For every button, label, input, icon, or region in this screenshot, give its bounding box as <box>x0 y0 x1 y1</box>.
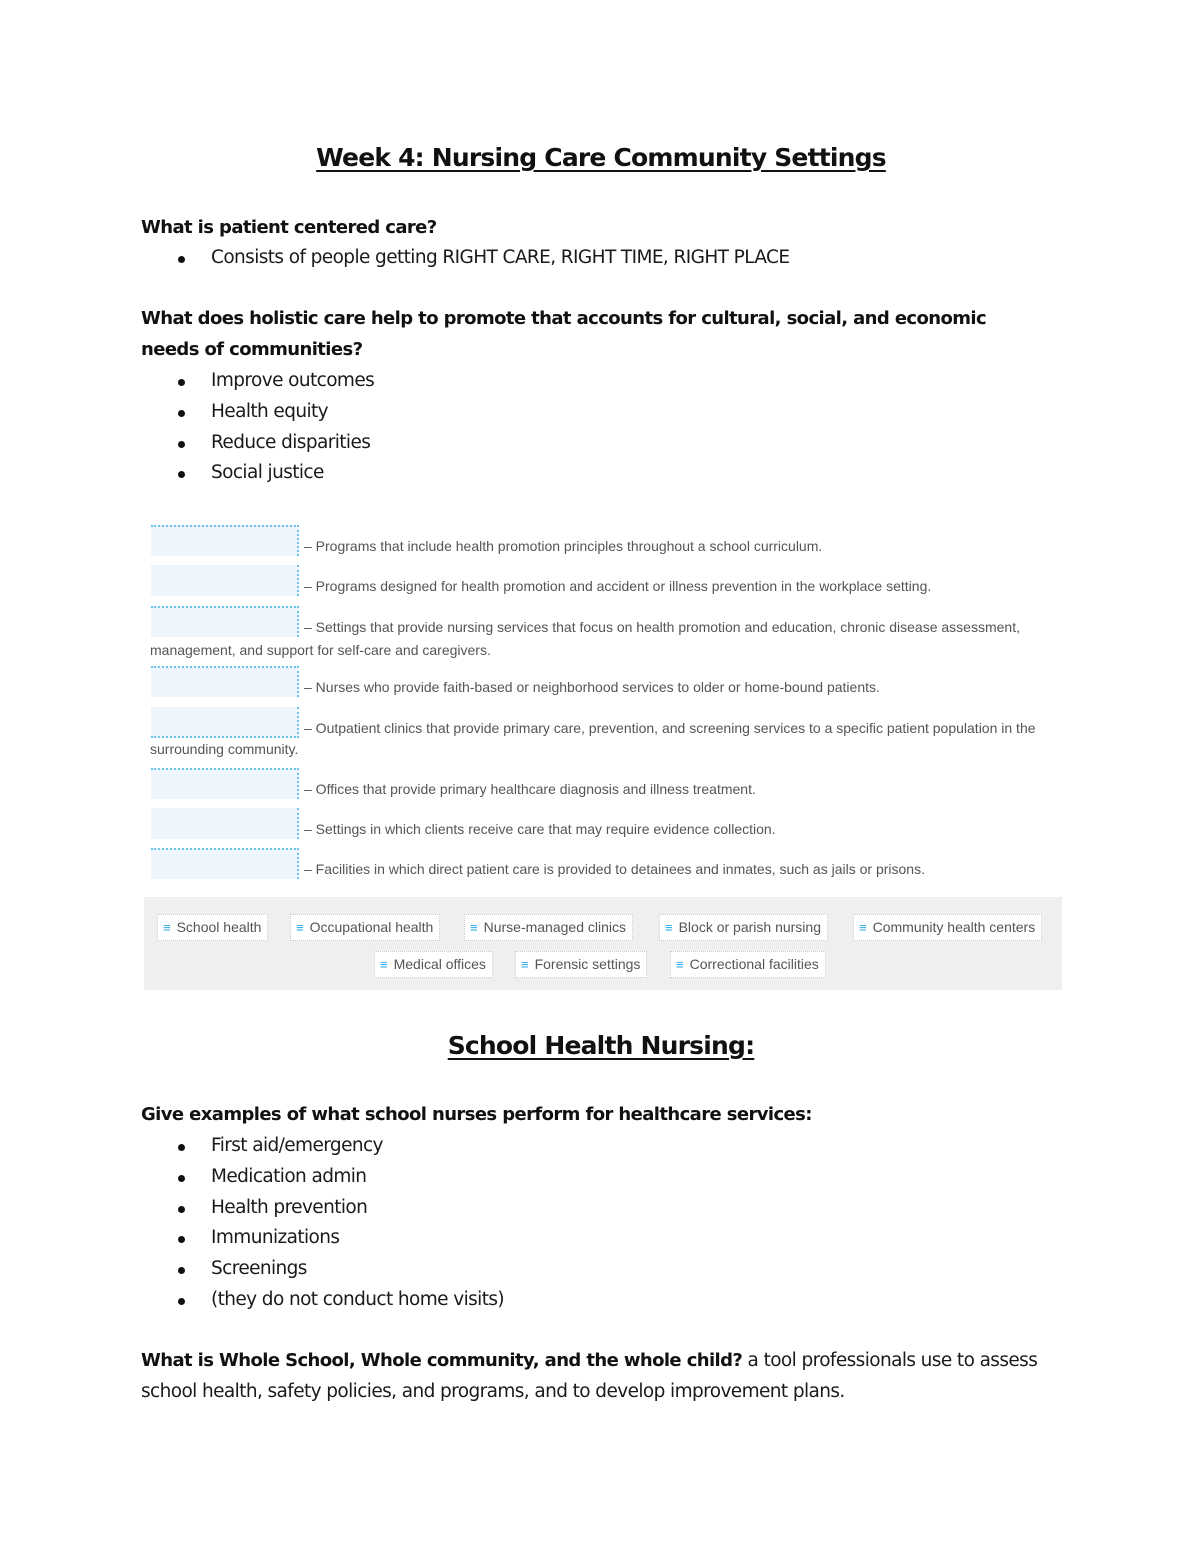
question-school-nurse-services: Give examples of what school nurses perf… <box>141 1104 812 1125</box>
bullet-icon <box>178 379 185 386</box>
drag-handle-icon: ≡ <box>163 920 171 935</box>
draggable-answer-correctional-facilities[interactable]: ≡ Correctional facilities <box>670 951 826 978</box>
draggable-answer-nurse-managed-clinics[interactable]: ≡ Nurse-managed clinics <box>464 914 633 941</box>
match-description: – Facilities in which direct patient car… <box>304 861 925 877</box>
bullet-icon <box>178 471 185 479</box>
bullet-icon <box>178 1236 185 1244</box>
draggable-answer-medical-offices[interactable]: ≡ Medical offices <box>374 951 493 978</box>
bullet-icon <box>178 256 185 263</box>
drop-slot[interactable] <box>151 808 299 839</box>
drag-handle-icon: ≡ <box>470 920 478 935</box>
question-patient-centered-care: What is patient centered care? <box>141 217 437 238</box>
match-description: – Offices that provide primary healthcar… <box>304 781 756 797</box>
draggable-answer-block-or-parish-nursing[interactable]: ≡ Block or parish nursing <box>659 914 828 941</box>
page-title: Week 4: Nursing Care Community Settings <box>316 143 886 172</box>
question-holistic-care: What does holistic care help to promote … <box>141 308 987 360</box>
matching-exercise: – Programs that include health promotion… <box>144 520 1064 990</box>
list-item: First aid/emergency <box>141 1131 504 1162</box>
draggable-answer-community-health-centers[interactable]: ≡ Community health centers <box>853 914 1043 941</box>
match-description-continuation: management, and support for self-care an… <box>150 642 491 658</box>
drag-handle-icon: ≡ <box>521 957 529 972</box>
list-item: Reduce disparities <box>141 428 374 459</box>
list-item: Consists of people getting RIGHT CARE, R… <box>141 243 790 274</box>
list-item: Medication admin <box>141 1162 504 1193</box>
drag-handle-icon: ≡ <box>380 957 388 972</box>
match-description: – Settings in which clients receive care… <box>304 821 776 837</box>
list-item: (they do not conduct home visits) <box>141 1285 505 1316</box>
draggable-answer-school-health[interactable]: ≡ School health <box>157 914 269 941</box>
match-description: – Programs that include health promotion… <box>304 538 823 554</box>
draggable-answer-occupational-health[interactable]: ≡ Occupational health <box>290 914 441 941</box>
drop-slot[interactable] <box>151 666 299 697</box>
drag-handle-icon: ≡ <box>296 920 304 935</box>
drop-slot[interactable] <box>151 565 299 596</box>
bullet-icon <box>178 1205 185 1213</box>
answer-list-holistic-care: Improve outcomes Health equity Reduce di… <box>141 366 375 489</box>
wscc-paragraph: What is Whole School, Whole community, a… <box>141 1345 1041 1407</box>
list-item: Immunizations <box>141 1223 504 1254</box>
list-item: Health equity <box>141 397 374 428</box>
answer-list-school-nurse-services: First aid/emergency Medication admin Hea… <box>141 1131 505 1316</box>
list-item: Improve outcomes <box>141 366 375 397</box>
match-description: – Nurses who provide faith-based or neig… <box>304 679 880 695</box>
drop-slot[interactable] <box>151 525 299 556</box>
answer-bank: ≡ School health ≡ Occupational health ≡ Nur… <box>144 897 1062 990</box>
drop-slot[interactable] <box>151 606 299 637</box>
drag-handle-icon: ≡ <box>665 920 673 935</box>
draggable-answer-forensic-settings[interactable]: ≡ Forensic settings <box>515 951 648 978</box>
match-description-continuation: surrounding community. <box>150 741 299 757</box>
drop-slot[interactable] <box>151 707 299 738</box>
bullet-icon <box>178 1297 185 1305</box>
bullet-icon <box>178 1174 185 1182</box>
match-description: – Programs designed for health promotion… <box>304 578 932 594</box>
drop-slot[interactable] <box>151 768 299 799</box>
drag-handle-icon: ≡ <box>859 920 867 935</box>
wscc-question: What is Whole School, Whole community, a… <box>141 1350 743 1371</box>
bullet-icon <box>178 1144 185 1151</box>
bullet-icon <box>178 1267 185 1275</box>
answer-list-patient-centered-care: Consists of people getting RIGHT CARE, R… <box>141 243 790 274</box>
drop-slot[interactable] <box>151 848 299 879</box>
bullet-icon <box>178 409 185 417</box>
list-item: Screenings <box>141 1254 504 1285</box>
drag-handle-icon: ≡ <box>676 957 684 972</box>
list-item: Social justice <box>141 458 374 489</box>
bullet-icon <box>178 440 185 448</box>
match-description: – Outpatient clinics that provide primar… <box>304 720 1036 736</box>
section-title-school-health-nursing: School Health Nursing: <box>447 1031 755 1060</box>
list-item: Health prevention <box>141 1193 504 1224</box>
